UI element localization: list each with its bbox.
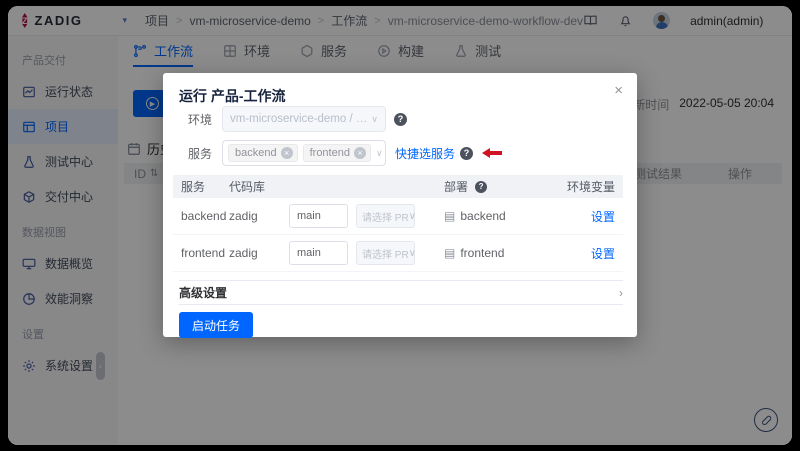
chevron-down-icon: ∨ [375,147,383,158]
modal-title: 运行 产品-工作流 [179,88,286,104]
service-name: backend [181,209,227,223]
host-icon: ▤ [444,246,456,260]
advanced-settings-toggle[interactable]: 高级设置 › [179,280,623,305]
services-table: 服务 代码库 部署 ? 环境变量 backend zadig 请选择 PR∨ ▤… [173,175,623,272]
branch-input[interactable] [289,204,348,228]
table-row: frontend zadig 请选择 PR∨ ▤ frontend 设置 [173,235,623,272]
service-name: frontend [181,246,226,260]
deploy-help-icon[interactable]: ? [475,180,488,193]
chevron-down-icon: ∨ [408,210,416,222]
pr-select[interactable]: 请选择 PR ∨ [356,241,416,265]
branch-input[interactable] [289,241,348,265]
environment-help-icon[interactable]: ? [394,112,407,126]
chevron-down-icon: ∨ [408,247,416,259]
repo-name: zadig [229,246,258,260]
app-window: Z ZADIG ▾ 项目 > vm-microservice-demo > 工作… [8,6,792,445]
environment-select[interactable]: vm-microservice-demo / dev ∨ [222,106,386,132]
chevron-down-icon: ∨ [371,113,378,124]
env-vars-column-header: 环境变量 [566,180,615,194]
table-row: backend zadig 请选择 PR∨ ▤ backend 设置 [173,198,623,235]
chevron-right-icon: › [619,285,623,300]
host-icon: ▤ [444,209,456,223]
run-workflow-modal: 运行 产品-工作流 × 环境 vm-microservice-demo / de… [163,73,637,338]
env-vars-settings-link[interactable]: 设置 [591,247,615,261]
quick-select-help-icon[interactable]: ? [460,146,474,160]
close-icon[interactable]: × [614,83,623,98]
environment-form-row: 环境 vm-microservice-demo / dev ∨ ? [188,106,407,132]
start-task-button[interactable]: 启动任务 [179,312,254,338]
service-tag-backend: backend × [228,144,298,162]
deploy-target: backend [460,209,506,223]
services-table-header: 服务 代码库 部署 ? 环境变量 [173,175,623,198]
environment-select-value: vm-microservice-demo / dev [230,113,372,125]
service-label: 服务 [188,146,213,161]
environment-label: 环境 [188,112,213,127]
annotation-arrow-icon [482,148,503,158]
deploy-target: frontend [460,246,505,260]
repo-name: zadig [229,209,258,223]
service-form-row: 服务 backend × frontend × ∨ 快捷选服务 ? [188,140,503,166]
deploy-column-header: 部署 [444,180,469,194]
service-multiselect[interactable]: backend × frontend × ∨ [222,140,386,166]
repo-column-header: 代码库 [229,180,266,194]
advanced-settings-label: 高级设置 [179,286,228,300]
env-vars-settings-link[interactable]: 设置 [591,210,615,224]
tag-close-icon[interactable]: × [280,147,293,159]
service-column-header: 服务 [181,180,206,194]
pr-select[interactable]: 请选择 PR ∨ [356,204,416,228]
quick-select-services-link[interactable]: 快捷选服务 [395,145,455,162]
tag-close-icon[interactable]: × [353,147,366,159]
service-tag-frontend: frontend × [302,144,371,162]
